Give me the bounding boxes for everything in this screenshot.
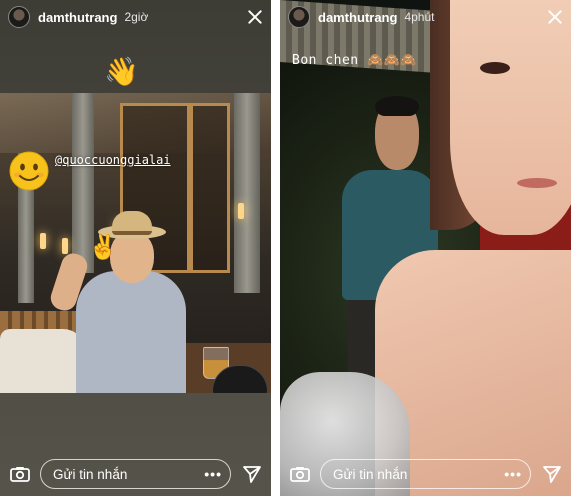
post-time: 4phút — [404, 10, 435, 24]
more-options-icon[interactable]: ••• — [204, 466, 222, 482]
story-footer: Gửi tin nhắn ••• — [280, 452, 571, 496]
avatar[interactable] — [288, 6, 310, 28]
camera-icon — [10, 467, 30, 482]
story-footer: Gửi tin nhắn ••• — [0, 452, 271, 496]
mention-tag[interactable]: @quoccuonggialai — [55, 153, 171, 167]
close-icon[interactable] — [247, 9, 263, 25]
smiling-face-emoji — [9, 151, 49, 191]
story-header: damthutrang 4phút — [280, 0, 571, 34]
story-header: damthutrang 2giờ — [0, 0, 271, 34]
send-icon — [543, 466, 561, 483]
message-input[interactable]: Gửi tin nhắn ••• — [320, 459, 531, 489]
username[interactable]: damthutrang — [38, 10, 117, 25]
waving-hand-emoji: 👋 — [104, 56, 139, 87]
post-time: 2giờ — [124, 10, 149, 24]
caption-text: Bon chen — [292, 53, 359, 68]
message-placeholder: Gửi tin nhắn — [333, 466, 408, 482]
story-photo: ✌️ — [0, 93, 271, 393]
camera-icon — [290, 467, 310, 482]
send-icon — [243, 466, 261, 483]
close-icon[interactable] — [547, 9, 563, 25]
message-input[interactable]: Gửi tin nhắn ••• — [40, 459, 231, 489]
story-photo — [280, 0, 571, 496]
camera-button[interactable] — [6, 460, 34, 488]
see-no-evil-monkey-icons: 🙈🙈🙈 — [366, 53, 418, 68]
story-panel-right[interactable]: damthutrang 4phút Bon chen 🙈🙈🙈 Gửi tin n… — [280, 0, 571, 496]
camera-button[interactable] — [286, 460, 314, 488]
avatar[interactable] — [8, 6, 30, 28]
more-options-icon[interactable]: ••• — [504, 466, 522, 482]
message-placeholder: Gửi tin nhắn — [53, 466, 128, 482]
story-caption: Bon chen 🙈🙈🙈 — [292, 53, 417, 68]
username[interactable]: damthutrang — [318, 10, 397, 25]
story-panel-left[interactable]: damthutrang 2giờ 👋 ✌️ @quoccuonggialai G… — [0, 0, 271, 496]
send-button[interactable] — [539, 461, 565, 487]
send-button[interactable] — [239, 461, 265, 487]
